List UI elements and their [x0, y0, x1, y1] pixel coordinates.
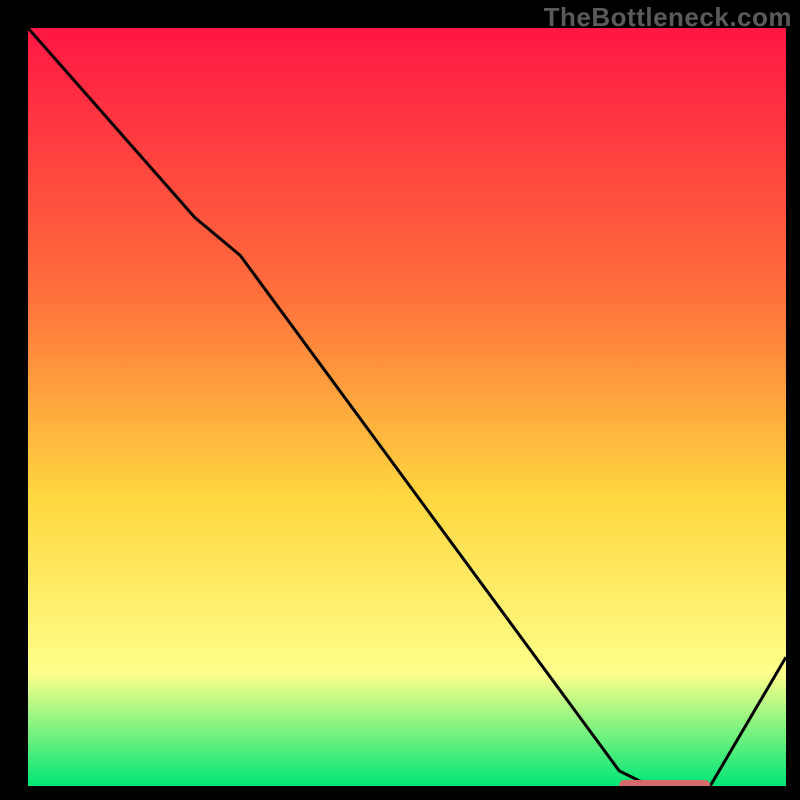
optimum-marker: [619, 780, 710, 786]
gradient-background: [28, 28, 786, 786]
bottleneck-chart-svg: [28, 28, 786, 786]
chart-frame: TheBottleneck.com: [0, 0, 800, 800]
plot-area: [28, 28, 786, 786]
